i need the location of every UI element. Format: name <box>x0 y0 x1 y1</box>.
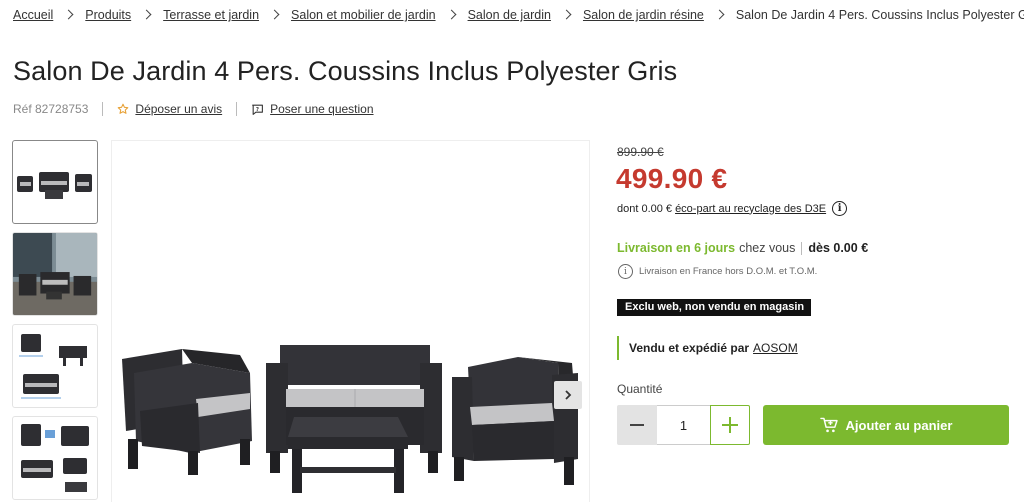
thumbnail-4[interactable] <box>12 416 98 500</box>
question-icon: ? <box>251 103 264 116</box>
delivery-note: i Livraison en France hors D.O.M. et T.O… <box>618 264 817 279</box>
chevron-right-icon <box>65 9 73 21</box>
thumbnail-1[interactable] <box>12 140 98 224</box>
eco-prefix: dont 0.00 € <box>617 202 673 215</box>
current-price: 499.90 € <box>616 163 728 194</box>
divider <box>236 102 238 116</box>
seller-info: Vendu et expédié par AOSOM <box>617 336 798 360</box>
minus-icon <box>630 424 644 426</box>
breadcrumb-item-terrasse[interactable]: Terrasse et jardin <box>163 8 259 22</box>
quantity-increase-button[interactable] <box>710 405 750 445</box>
exclusive-badge: Exclu web, non vendu en magasin <box>617 299 812 316</box>
divider <box>102 102 104 116</box>
thumbnail-3[interactable] <box>12 324 98 408</box>
page-title: Salon De Jardin 4 Pers. Coussins Inclus … <box>13 56 678 86</box>
divider <box>801 241 803 255</box>
breadcrumb: Accueil Produits Terrasse et jardin Salo… <box>13 6 1024 24</box>
add-to-cart-label: Ajouter au panier <box>845 417 953 433</box>
product-ref: Réf 82728753 <box>13 102 89 116</box>
delivery-price: dès 0.00 € <box>808 241 869 255</box>
product-meta: Réf 82728753 Déposer un avis ? Poser une… <box>13 101 374 117</box>
breadcrumb-item-produits[interactable]: Produits <box>85 8 131 22</box>
eco-participation: dont 0.00 € éco-part au recyclage des D3… <box>617 201 848 216</box>
breadcrumb-item-salon-jardin[interactable]: Salon de jardin <box>468 8 551 22</box>
star-icon <box>117 103 129 115</box>
next-image-button[interactable] <box>554 381 582 409</box>
chevron-right-icon <box>563 9 571 21</box>
eco-link[interactable]: éco-part au recyclage des D3E <box>675 203 826 215</box>
breadcrumb-item-accueil[interactable]: Accueil <box>13 8 53 22</box>
furniture-set-image <box>17 172 92 199</box>
info-icon[interactable]: i <box>832 201 848 216</box>
seller-prefix: Vendu et expédié par <box>629 341 750 355</box>
chevron-right-icon <box>716 9 724 21</box>
quantity-decrease-button[interactable] <box>617 405 657 445</box>
breadcrumb-item-salon-mobilier[interactable]: Salon et mobilier de jardin <box>291 8 436 22</box>
review-link-label: Déposer un avis <box>135 102 223 116</box>
chevron-right-icon <box>448 9 456 21</box>
breadcrumb-current: Salon De Jardin 4 Pers. Coussins Inclus … <box>735 8 1024 22</box>
review-link[interactable]: Déposer un avis <box>117 102 222 116</box>
chevron-right-icon <box>565 390 572 400</box>
main-product-image[interactable] <box>111 140 590 502</box>
furniture-dimensions-image <box>19 334 87 399</box>
delivery-note-text: Livraison en France hors D.O.M. et T.O.M… <box>639 266 818 277</box>
quantity-input[interactable]: 1 <box>657 405 710 445</box>
delivery-lead: Livraison en 6 jours <box>617 241 736 255</box>
seller-link[interactable]: AOSOM <box>753 341 798 355</box>
quantity-label: Quantité <box>617 382 663 396</box>
add-to-cart-button[interactable]: Ajouter au panier <box>763 405 1009 445</box>
thumbnail-list <box>12 140 98 502</box>
svg-text:?: ? <box>256 106 259 112</box>
furniture-assembly-image <box>21 424 89 492</box>
quantity-stepper: 1 <box>617 405 750 445</box>
delivery-chez: chez vous <box>739 241 796 255</box>
chevron-right-icon <box>271 9 279 21</box>
info-icon: i <box>618 264 633 279</box>
question-link-label: Poser une question <box>270 102 374 116</box>
old-price: 899.90 € <box>617 145 664 159</box>
question-link[interactable]: ? Poser une question <box>251 102 374 116</box>
chevron-right-icon <box>143 9 151 21</box>
breadcrumb-item-salon-resine[interactable]: Salon de jardin résine <box>583 8 704 22</box>
delivery-info: Livraison en 6 jours chez vous dès 0.00 … <box>617 241 868 255</box>
furniture-scene-image <box>13 233 97 315</box>
cart-icon <box>819 417 838 433</box>
thumbnail-2[interactable] <box>12 232 98 316</box>
furniture-set-photo <box>122 345 578 493</box>
